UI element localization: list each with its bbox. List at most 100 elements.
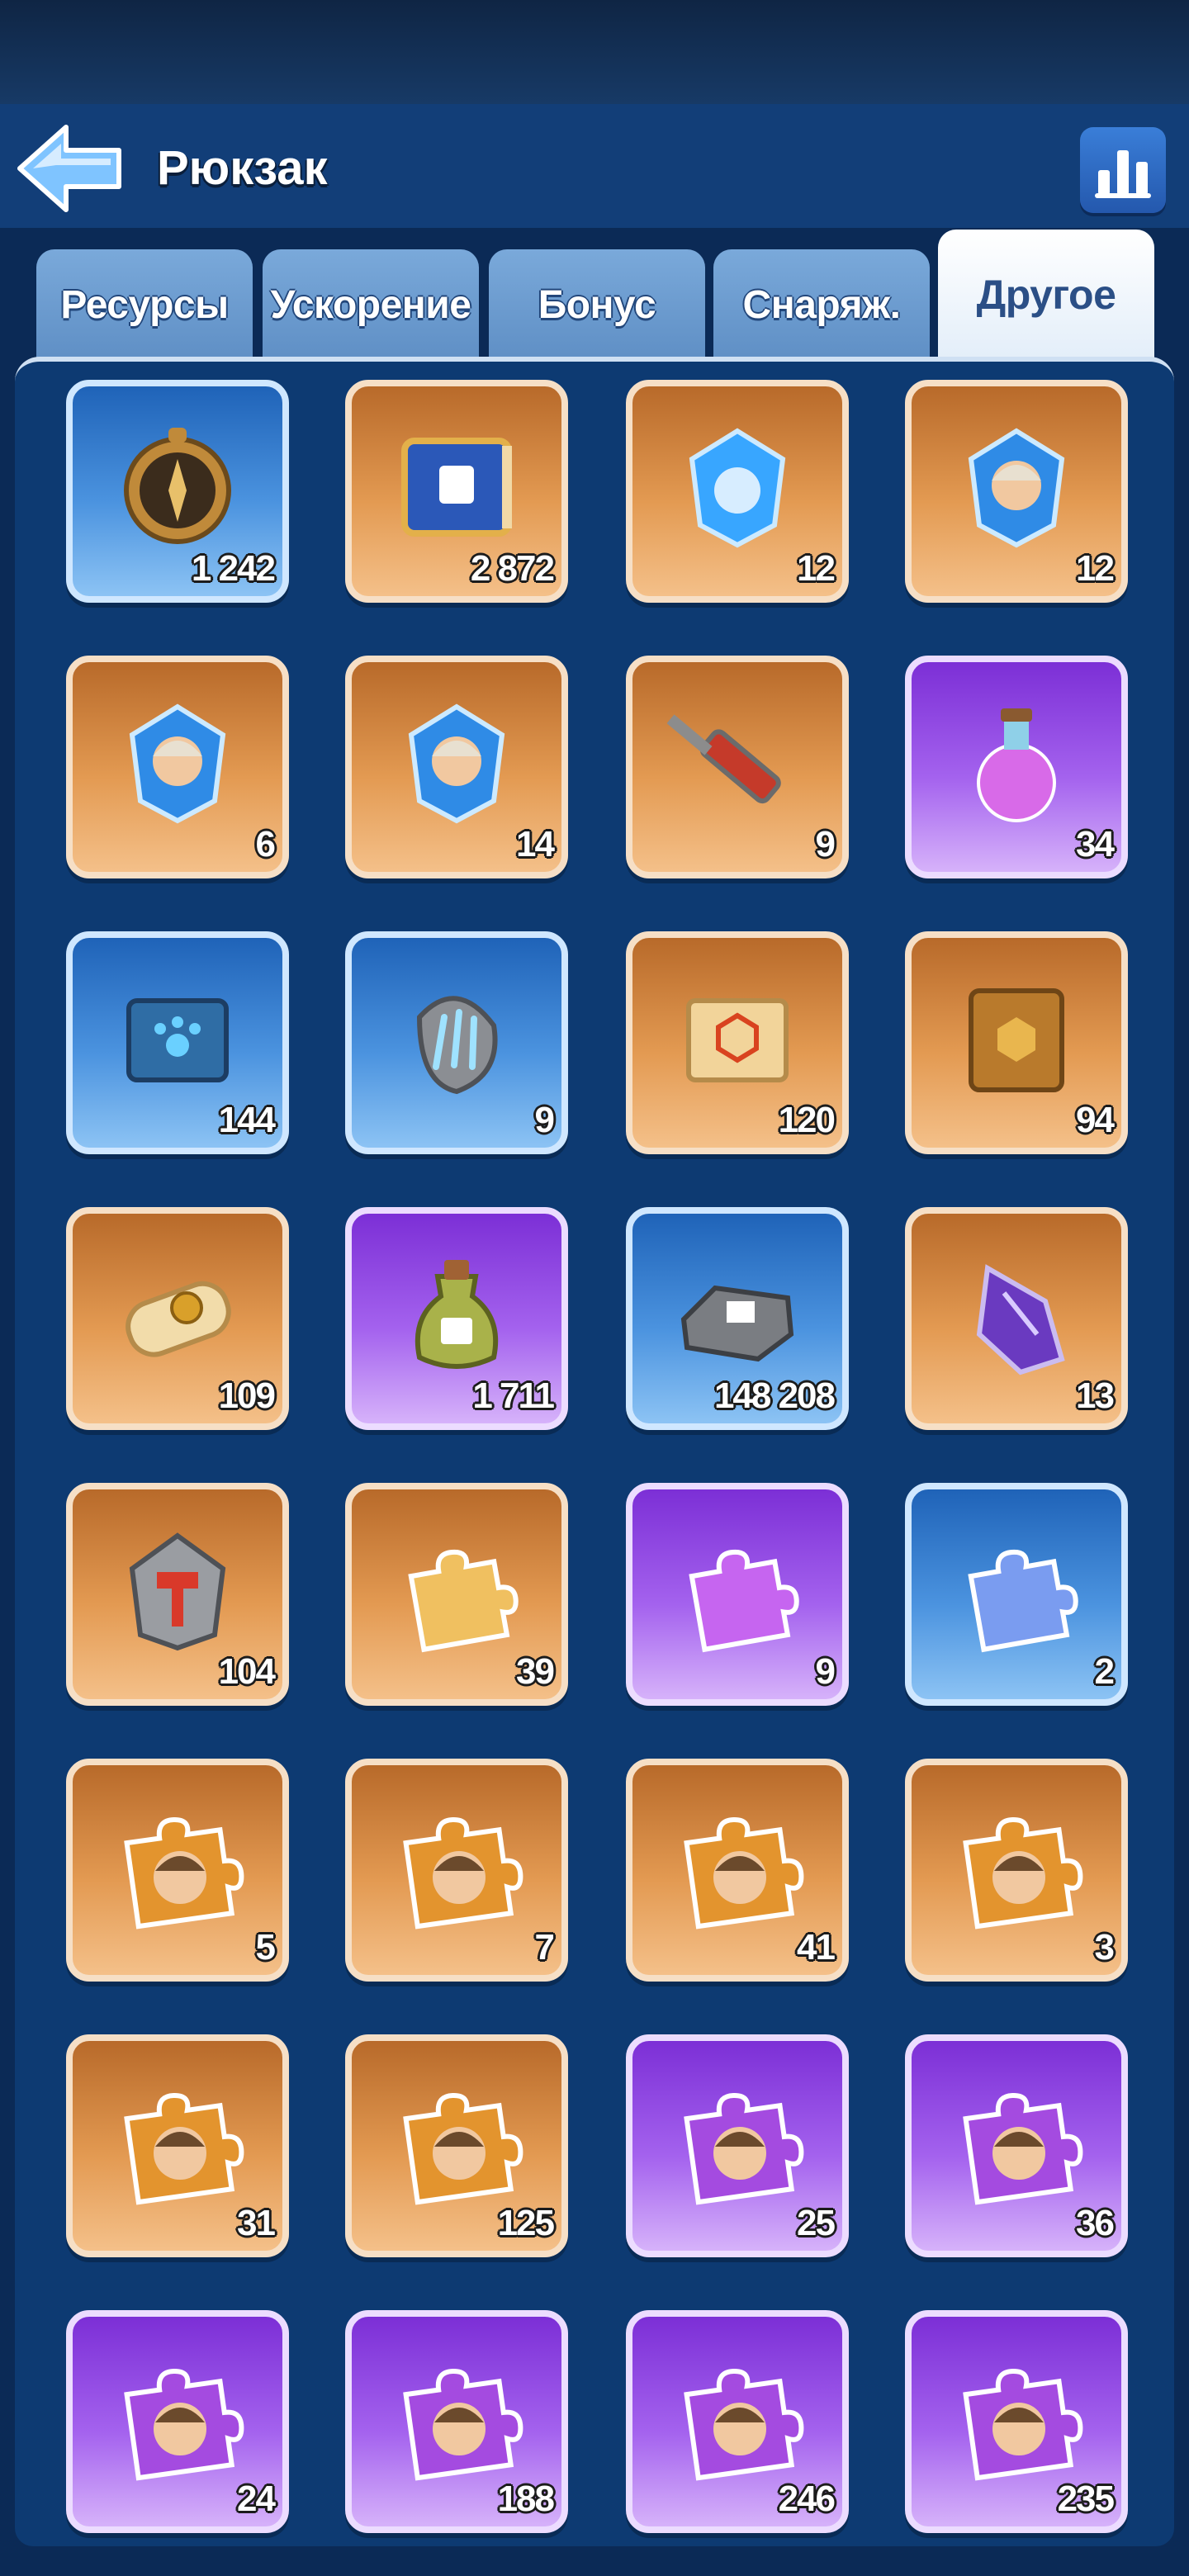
inventory-item[interactable]: 1 711 xyxy=(345,1207,568,1430)
sealed-scroll-icon xyxy=(97,1234,258,1394)
status-bar xyxy=(0,0,1189,104)
puzzle-piece-icon xyxy=(936,1509,1097,1669)
hero-puzzle-icon xyxy=(657,2061,817,2221)
iron-ingot-icon xyxy=(657,1234,817,1394)
item-quantity: 34 xyxy=(1076,824,1115,864)
item-quantity: 104 xyxy=(218,1651,276,1692)
item-quantity: 1 242 xyxy=(191,548,276,589)
arrow-left-icon xyxy=(17,125,121,212)
hero-puzzle-icon xyxy=(97,2337,258,2497)
category-tabs: Ресурсы Ускорение Бонус Снаряж. Другое xyxy=(0,228,1189,360)
item-quantity: 6 xyxy=(255,824,277,864)
inventory-item[interactable]: 94 xyxy=(905,931,1128,1154)
tab-equipment[interactable]: Снаряж. xyxy=(713,249,930,360)
item-quantity: 9 xyxy=(815,1651,836,1692)
item-quantity: 3 xyxy=(1094,1927,1116,1968)
inventory-item[interactable]: 1 242 xyxy=(66,380,289,603)
hero-crystal-icon xyxy=(936,406,1097,566)
guide-book-icon xyxy=(377,406,537,566)
stats-button[interactable] xyxy=(1080,127,1166,213)
inventory-item[interactable]: 39 xyxy=(345,1483,568,1706)
claw-stone-icon xyxy=(377,958,537,1118)
item-quantity: 235 xyxy=(1057,2479,1115,2519)
scroll-icon xyxy=(657,958,817,1118)
item-quantity: 25 xyxy=(797,2203,836,2243)
inventory-item[interactable]: 41 xyxy=(626,1759,849,1982)
hero-puzzle-icon xyxy=(936,1785,1097,1945)
inventory-item[interactable]: 31 xyxy=(66,2034,289,2257)
item-quantity: 31 xyxy=(237,2203,276,2243)
inventory-item[interactable]: 12 xyxy=(905,380,1128,603)
hero-puzzle-icon xyxy=(377,2337,537,2497)
blue-crystal-icon xyxy=(657,406,817,566)
inventory-item[interactable]: 188 xyxy=(345,2310,568,2533)
item-quantity: 24 xyxy=(237,2479,276,2519)
inventory-item[interactable]: 144 xyxy=(66,931,289,1154)
item-quantity: 9 xyxy=(534,1100,556,1140)
hero-puzzle-icon xyxy=(377,1785,537,1945)
inventory-item[interactable]: 9 xyxy=(626,1483,849,1706)
inventory-item[interactable]: 36 xyxy=(905,2034,1128,2257)
tab-other[interactable]: Другое xyxy=(938,230,1154,360)
inventory-item[interactable]: 3 xyxy=(905,1759,1128,1982)
item-quantity: 125 xyxy=(497,2203,555,2243)
inventory-item[interactable]: 125 xyxy=(345,2034,568,2257)
inventory-item[interactable]: 5 xyxy=(66,1759,289,1982)
hero-crystal-icon xyxy=(377,682,537,842)
item-quantity: 13 xyxy=(1076,1376,1115,1416)
item-quantity: 36 xyxy=(1076,2203,1115,2243)
item-quantity: 12 xyxy=(1076,548,1115,589)
hero-puzzle-icon xyxy=(657,1785,817,1945)
hero-puzzle-icon xyxy=(377,2061,537,2221)
item-quantity: 2 xyxy=(1094,1651,1116,1692)
potion-icon xyxy=(936,682,1097,842)
item-quantity: 120 xyxy=(778,1100,836,1140)
inventory-item[interactable]: 246 xyxy=(626,2310,849,2533)
tab-resources[interactable]: Ресурсы xyxy=(36,249,253,360)
inventory-item[interactable]: 14 xyxy=(345,656,568,878)
item-quantity: 5 xyxy=(255,1927,277,1968)
back-button[interactable] xyxy=(15,122,124,215)
item-quantity: 14 xyxy=(516,824,555,864)
inventory-item[interactable]: 13 xyxy=(905,1207,1128,1430)
inventory-item[interactable]: 24 xyxy=(66,2310,289,2533)
inventory-item[interactable]: 7 xyxy=(345,1759,568,1982)
inventory-item[interactable]: 34 xyxy=(905,656,1128,878)
inventory-item[interactable]: 104 xyxy=(66,1483,289,1706)
page-title: Рюкзак xyxy=(157,141,328,195)
hero-puzzle-icon xyxy=(657,2337,817,2497)
item-quantity: 109 xyxy=(218,1376,276,1416)
inventory-item[interactable]: 25 xyxy=(626,2034,849,2257)
inventory-panel: 1 242 2 872 12 12 6 14 9 34 144 9 120 94 109 1 711 148… xyxy=(15,357,1174,2546)
inventory-item[interactable]: 2 872 xyxy=(345,380,568,603)
hero-puzzle-icon xyxy=(936,2337,1097,2497)
item-quantity: 148 208 xyxy=(713,1376,836,1416)
inventory-item[interactable]: 235 xyxy=(905,2310,1128,2533)
item-quantity: 9 xyxy=(815,824,836,864)
bar-chart-icon xyxy=(1095,150,1151,198)
inventory-item[interactable]: 109 xyxy=(66,1207,289,1430)
tab-bonus[interactable]: Бонус xyxy=(489,249,705,360)
item-quantity: 39 xyxy=(516,1651,555,1692)
inventory-item[interactable]: 6 xyxy=(66,656,289,878)
item-quantity: 246 xyxy=(778,2479,836,2519)
inventory-item[interactable]: 12 xyxy=(626,380,849,603)
inventory-item[interactable]: 120 xyxy=(626,931,849,1154)
item-quantity: 94 xyxy=(1076,1100,1115,1140)
inventory-item[interactable]: 2 xyxy=(905,1483,1128,1706)
purple-crystal-icon xyxy=(936,1234,1097,1394)
paw-book-icon xyxy=(97,958,258,1118)
item-quantity: 41 xyxy=(797,1927,836,1968)
inventory-item[interactable]: 9 xyxy=(626,656,849,878)
inventory-item[interactable]: 9 xyxy=(345,931,568,1154)
gold-book-icon xyxy=(936,958,1097,1118)
inventory-item[interactable]: 148 208 xyxy=(626,1207,849,1430)
hero-crystal-icon xyxy=(97,682,258,842)
item-quantity: 188 xyxy=(497,2479,555,2519)
syringe-icon xyxy=(657,682,817,842)
hammer-stone-icon xyxy=(97,1509,258,1669)
puzzle-piece-icon xyxy=(657,1509,817,1669)
hero-puzzle-icon xyxy=(97,2061,258,2221)
tab-speedups[interactable]: Ускорение xyxy=(263,249,479,360)
item-quantity: 144 xyxy=(218,1100,276,1140)
